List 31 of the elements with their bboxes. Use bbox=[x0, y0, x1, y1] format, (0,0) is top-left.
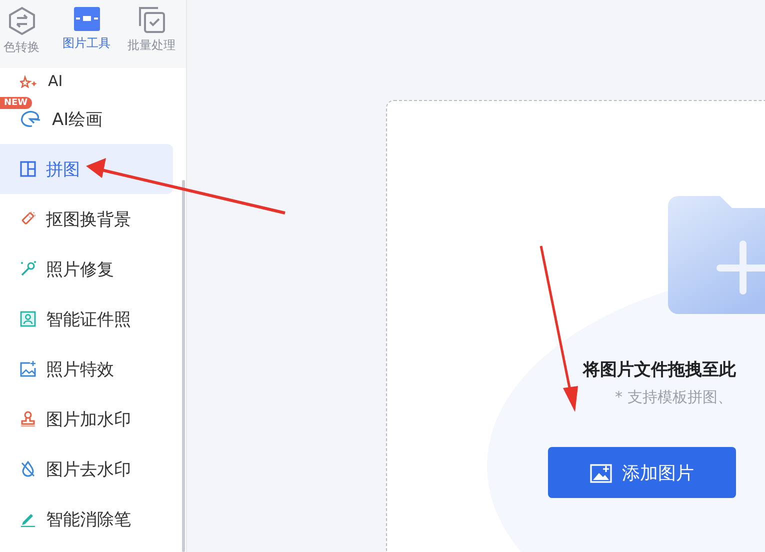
folder-plus-icon bbox=[668, 196, 765, 314]
magic-wand-icon bbox=[20, 261, 36, 277]
drop-zone[interactable]: 将图片文件拖拽至此 * 支持模板拼图、 添加图片 bbox=[386, 100, 765, 552]
drop-hint: * 支持模板拼图、 bbox=[615, 388, 734, 407]
menu-item[interactable]: 抠图换背景 bbox=[0, 194, 173, 244]
new-badge: NEW bbox=[0, 97, 32, 109]
stacked-checkbox-icon bbox=[138, 6, 166, 34]
pen-icon bbox=[20, 511, 36, 527]
menu-item[interactable]: 照片修复 bbox=[0, 244, 173, 294]
menu-item[interactable]: 图片去水印 bbox=[0, 444, 173, 494]
menu-item[interactable]: 拼图 bbox=[0, 144, 173, 194]
menu-item[interactable]: 智能消除笔 bbox=[0, 494, 173, 544]
crossed-drop-icon bbox=[20, 461, 36, 477]
image-sparkle-icon bbox=[20, 361, 36, 377]
paint-head-icon bbox=[20, 110, 42, 128]
toolbox-icon bbox=[72, 6, 100, 32]
eraser-icon bbox=[20, 211, 36, 227]
id-photo-icon bbox=[20, 311, 36, 327]
menu-item[interactable]: 图片加水印 bbox=[0, 394, 173, 444]
menu-item[interactable]: NEW AI绘画 bbox=[0, 94, 173, 144]
sparkle-icon bbox=[20, 74, 38, 88]
grid-icon bbox=[20, 161, 36, 177]
menu-item[interactable]: 照片特效 bbox=[0, 344, 173, 394]
menu-item[interactable]: 智能证件照 bbox=[0, 294, 173, 344]
add-image-button[interactable]: 添加图片 bbox=[548, 447, 736, 498]
swap-icon bbox=[8, 6, 36, 36]
image-add-icon bbox=[590, 462, 612, 482]
drop-title: 将图片文件拖拽至此 bbox=[583, 359, 737, 381]
stamp-icon bbox=[20, 411, 36, 427]
menu-item[interactable]: AI bbox=[0, 68, 173, 94]
tool-tab[interactable]: 图片工具 bbox=[54, 0, 119, 68]
